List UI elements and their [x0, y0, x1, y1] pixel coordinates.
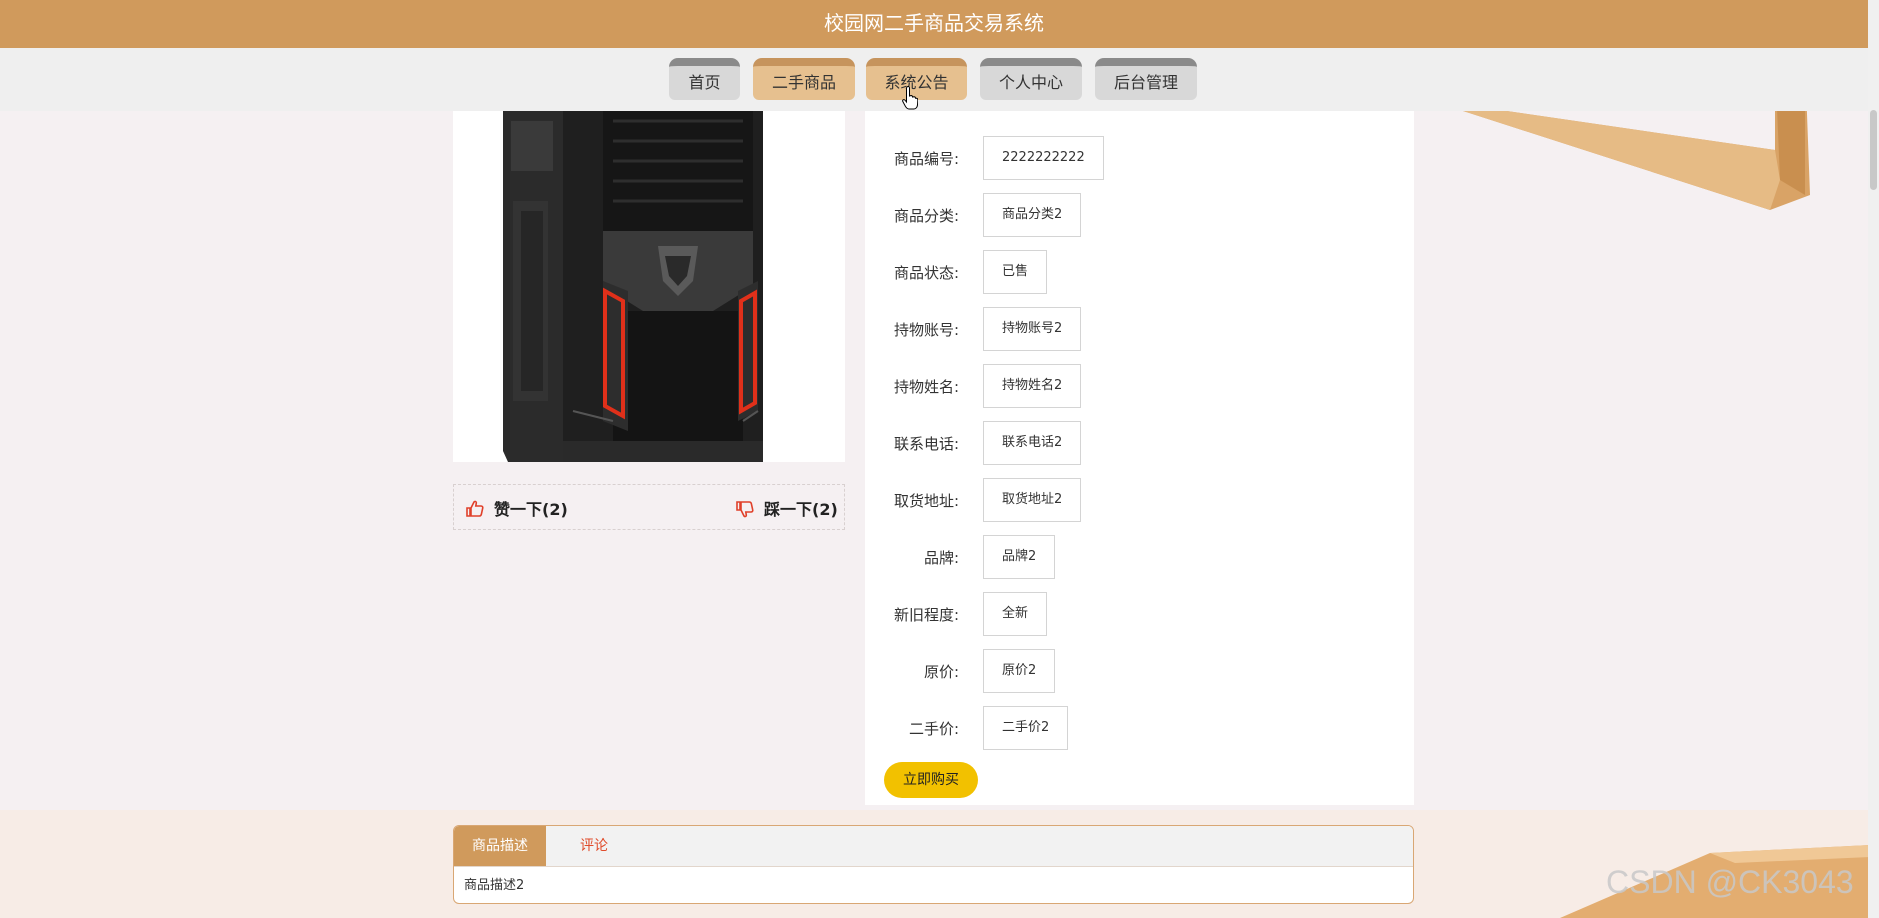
field-owner-name: 持物姓名: 持物姓名2 — [865, 364, 1414, 410]
watermark: CSDN @CK3043 — [1606, 864, 1854, 900]
app-title-bar: 校园网二手商品交易系统 — [0, 0, 1868, 48]
field-label: 商品编号: — [893, 150, 959, 168]
field-value: 持物姓名2 — [983, 364, 1082, 408]
nav-admin[interactable]: 后台管理 — [1095, 58, 1197, 100]
field-label: 商品分类: — [893, 207, 959, 225]
field-brand: 品牌: 品牌2 — [865, 535, 1414, 581]
product-tabs: 商品描述 评论 商品描述2 — [453, 825, 1414, 904]
field-pickup-address: 取货地址: 取货地址2 — [865, 478, 1414, 524]
pc-case-image — [453, 111, 845, 462]
tab-comments[interactable]: 评论 — [546, 826, 642, 866]
tab-content: 商品描述2 — [464, 878, 525, 893]
field-status: 商品状态: 已售 — [865, 250, 1414, 296]
field-label: 联系电话: — [893, 435, 959, 453]
field-phone: 联系电话: 联系电话2 — [865, 421, 1414, 467]
tab-description[interactable]: 商品描述 — [454, 826, 546, 866]
field-product-id: 商品编号: 2222222222 — [865, 136, 1414, 182]
nav-second-hand-goods[interactable]: 二手商品 — [753, 58, 855, 100]
dislike-button[interactable]: 踩一下(2) — [736, 496, 838, 520]
field-value: 全新 — [983, 592, 1048, 636]
field-value: 联系电话2 — [983, 421, 1082, 465]
field-second-hand-price: 二手价: 二手价2 — [865, 706, 1414, 752]
field-label: 持物姓名: — [893, 378, 959, 396]
dislike-label: 踩一下(2) — [764, 500, 838, 519]
field-label: 品牌: — [923, 549, 959, 567]
field-value: 取货地址2 — [983, 478, 1082, 522]
field-label: 持物账号: — [893, 321, 959, 339]
field-value: 2222222222 — [983, 136, 1104, 180]
field-value: 持物账号2 — [983, 307, 1082, 351]
field-value: 二手价2 — [983, 706, 1069, 750]
field-label: 新旧程度: — [893, 606, 959, 624]
nav-personal-center[interactable]: 个人中心 — [980, 58, 1082, 100]
field-label: 二手价: — [908, 720, 959, 738]
nav-bar: 首页 二手商品 系统公告 个人中心 后台管理 — [0, 48, 1868, 111]
field-value: 已售 — [983, 250, 1048, 294]
field-value: 商品分类2 — [983, 193, 1082, 237]
thumbs-down-icon — [736, 501, 754, 518]
field-label: 取货地址: — [893, 492, 959, 510]
field-label: 商品状态: — [893, 264, 959, 282]
buy-now-button[interactable]: 立即购买 — [884, 762, 978, 798]
app-title: 校园网二手商品交易系统 — [824, 11, 1044, 35]
tab-header: 商品描述 评论 — [454, 826, 1413, 867]
field-label: 原价: — [923, 663, 959, 681]
field-value: 品牌2 — [983, 535, 1056, 579]
nav-home[interactable]: 首页 — [669, 58, 740, 100]
vote-bar: 赞一下(2) 踩一下(2) — [453, 484, 845, 530]
field-original-price: 原价: 原价2 — [865, 649, 1414, 695]
field-condition: 新旧程度: 全新 — [865, 592, 1414, 638]
field-category: 商品分类: 商品分类2 — [865, 193, 1414, 239]
thumbs-up-icon — [466, 500, 484, 517]
field-owner-account: 持物账号: 持物账号2 — [865, 307, 1414, 353]
hand-cursor-icon — [902, 86, 918, 110]
scrollbar-thumb[interactable] — [1870, 110, 1877, 190]
field-value: 原价2 — [983, 649, 1056, 693]
product-image — [453, 111, 845, 462]
like-label: 赞一下(2) — [494, 500, 568, 519]
product-detail-panel: 商品编号: 2222222222 商品分类: 商品分类2 商品状态: 已售 持物… — [865, 111, 1414, 805]
like-button[interactable]: 赞一下(2) — [466, 496, 568, 520]
